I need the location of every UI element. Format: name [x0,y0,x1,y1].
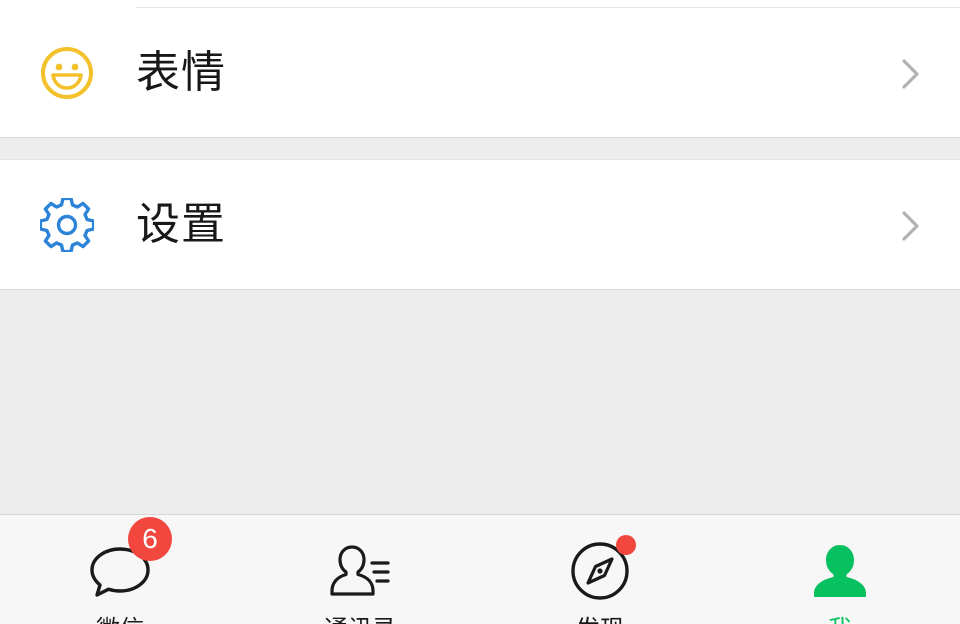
menu-item-label: 设置 [136,199,226,250]
new-content-dot [616,535,636,555]
tab-discover[interactable]: 发现 [480,515,720,624]
tab-chats[interactable]: 6 微信 [0,515,240,624]
previous-cell-remnant [0,0,960,8]
menu-item-settings[interactable]: 设置 [0,159,960,290]
contacts-icon [330,545,390,596]
tab-label: 发现 [480,609,720,624]
emoji-smile-icon [41,47,93,99]
chevron-right-icon [902,59,919,89]
tab-me[interactable]: 我 [720,515,960,624]
bottom-tab-bar: 6 微信 通讯录 发现 我 [0,514,960,624]
menu-item-stickers[interactable]: 表情 [0,8,960,138]
me-person-icon [814,545,866,597]
unread-badge: 6 [128,517,172,561]
tab-label: 通讯录 [240,609,480,624]
me-screen: 表情 设置 6 微信 [0,0,960,624]
gear-icon [40,198,94,252]
menu-item-label: 表情 [136,47,226,98]
chevron-right-icon [902,211,919,241]
tab-label: 微信 [0,609,240,624]
tab-label: 我 [720,609,960,624]
tab-contacts[interactable]: 通讯录 [240,515,480,624]
